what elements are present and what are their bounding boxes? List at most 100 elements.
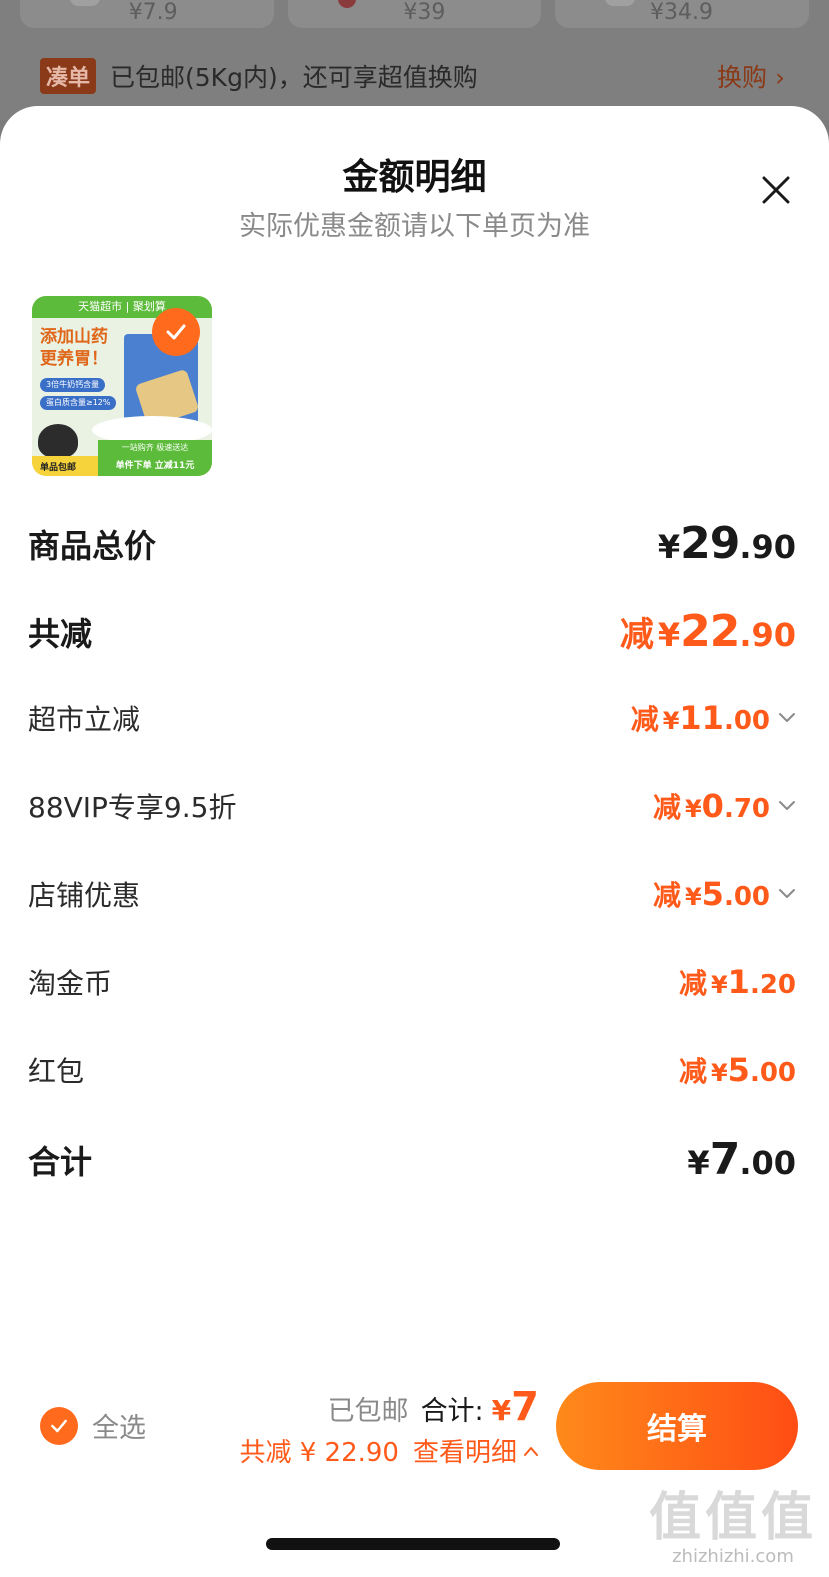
currency-symbol: ¥ <box>710 971 728 999</box>
product-thumb <box>605 0 636 6</box>
watermark-url: zhizhizhi.com <box>672 1546 794 1567</box>
discount-row-88vip[interactable]: 88VIP专享9.5折 减 ¥ 0 .70 <box>28 786 796 826</box>
background-card-price: ¥34.9 <box>650 0 714 25</box>
select-all-checkbox[interactable] <box>40 1406 78 1445</box>
chevron-down-icon[interactable] <box>778 800 796 812</box>
currency-symbol: ¥ <box>687 1144 710 1182</box>
amount-integer: 29 <box>680 518 740 569</box>
amount-integer: 5 <box>727 1051 750 1089</box>
watermark-logo-text: 值值值 <box>648 1488 817 1548</box>
cart-summary: 已包邮 合计: ¥ 7 共减 ¥ 22.90 查看明细 <box>239 1384 539 1469</box>
amount-integer: 0 <box>701 787 724 825</box>
discount-amount: 减 ¥ 5 .00 <box>679 1050 796 1090</box>
total-reduction-row: 共减 减 ¥ 22 .90 <box>28 606 796 657</box>
mascot-graphic <box>38 424 78 458</box>
discount-label: 店铺优惠 <box>28 879 141 912</box>
exchange-link: 换购 › <box>717 63 785 92</box>
product-selected-checkbox[interactable] <box>152 308 200 356</box>
sheet-title: 金额明细 <box>342 157 487 198</box>
close-icon <box>762 176 790 204</box>
background-product-card: ¥34.9 <box>555 0 810 28</box>
product-delivery-bar: 一站购齐 极速送达 <box>98 440 212 456</box>
product-image-footer: 单品包邮 单件下单 立减11元 <box>32 456 212 476</box>
product-thumb <box>337 0 356 8</box>
select-all-toggle[interactable]: 全选 <box>40 1406 146 1445</box>
goods-total-row: 商品总价 ¥ 29 .90 <box>28 518 796 569</box>
discount-row-supermarket[interactable]: 超市立减 减 ¥ 11 .00 <box>28 698 796 738</box>
grand-total-amount: ¥ 7 .00 <box>687 1134 796 1185</box>
total-label: 合计: <box>420 1396 484 1427</box>
close-button[interactable] <box>760 174 792 206</box>
bundle-tag: 凑单 <box>40 58 97 94</box>
currency-symbol: ¥ <box>657 616 681 654</box>
product-footer-right: 单件下单 立减11元 <box>98 456 212 476</box>
product-footer-left: 单品包邮 <box>40 462 77 473</box>
chevron-down-icon[interactable] <box>778 712 796 724</box>
discount-label: 88VIP专享9.5折 <box>28 791 237 824</box>
checkmark-icon <box>51 1419 67 1432</box>
discount-row-store[interactable]: 店铺优惠 减 ¥ 5 .00 <box>28 874 796 914</box>
discount-amount-wrap: 减 ¥ 0 .70 <box>653 786 796 826</box>
product-headline: 添加山药 更养胃！ <box>40 326 108 370</box>
currency-symbol: ¥ <box>684 883 702 911</box>
goods-total-label: 商品总价 <box>28 526 157 565</box>
product-thumb <box>70 0 100 6</box>
amount-integer: 5 <box>701 875 724 913</box>
background-card-price: ¥7.9 <box>128 0 178 25</box>
currency-symbol: ¥ <box>684 795 702 823</box>
chevron-up-icon[interactable] <box>523 1445 539 1457</box>
background-page: ¥7.9 ¥39 ¥34.9 凑单 已包邮(5Kg内)，还可享超值换购 换购 › <box>0 0 829 120</box>
amount-integer: 7 <box>709 1134 741 1185</box>
amount-integer: 11 <box>679 699 724 737</box>
sheet-subtitle: 实际优惠金额请以下单页为准 <box>239 211 590 242</box>
bundle-banner: 凑单 已包邮(5Kg内)，还可享超值换购 换购 › <box>0 48 829 104</box>
reduction-prefix: 减 <box>652 879 681 912</box>
background-card-price: ¥39 <box>403 0 446 25</box>
total-reduction-label: 共减 <box>28 614 93 653</box>
amount-decimal: .00 <box>749 1058 796 1088</box>
goods-total-amount: ¥ 29 .90 <box>658 518 796 569</box>
amount-integer: 1 <box>727 963 750 1001</box>
bundle-text: 已包邮(5Kg内)，还可享超值换购 <box>110 63 478 92</box>
background-product-cards: ¥7.9 ¥39 ¥34.9 <box>20 0 810 28</box>
summary-reduction-line: 共减 ¥ 22.90 查看明细 <box>239 1432 539 1469</box>
home-indicator <box>266 1538 560 1550</box>
grand-total-label: 合计 <box>28 1142 93 1181</box>
amount-detail-sheet: 金额明细 实际优惠金额请以下单页为准 天猫超市 | 聚划算 添加山药 更养胃！ … <box>0 106 829 1577</box>
amount-decimal: .00 <box>723 706 770 736</box>
discount-row-taojinbi: 淘金币 减 ¥ 1 .20 <box>28 962 796 1002</box>
discount-label: 红包 <box>28 1055 85 1088</box>
select-all-label: 全选 <box>92 1413 146 1444</box>
reduction-prefix: 减 <box>678 967 707 1000</box>
shipping-status: 已包邮 <box>327 1396 409 1427</box>
background-product-card: ¥7.9 <box>20 0 274 28</box>
product-feature-pill: 蛋白质含量≥12% <box>40 396 117 410</box>
checkout-button[interactable]: 结算 <box>556 1382 798 1470</box>
currency-symbol: ¥ <box>657 528 681 566</box>
amount-integer: 22 <box>680 606 740 657</box>
currency-symbol: ¥ <box>710 1059 728 1087</box>
product-headline-line: 添加山药 <box>40 327 108 347</box>
reduction-prefix: 减 <box>652 791 681 824</box>
discount-amount-wrap: 减 ¥ 5 .00 <box>653 874 796 914</box>
amount-decimal: .20 <box>749 970 796 1000</box>
currency-symbol: ¥ <box>662 707 680 735</box>
currency-symbol: ¥ <box>491 1394 512 1427</box>
total-value: 7 <box>511 1384 539 1430</box>
view-detail-link[interactable]: 查看明细 <box>413 1432 517 1469</box>
discount-label: 淘金币 <box>28 967 113 1000</box>
discount-amount-wrap: 减 ¥ 11 .00 <box>631 698 796 738</box>
chevron-down-icon[interactable] <box>778 888 796 900</box>
discount-amount: 减 ¥ 1 .20 <box>679 962 796 1002</box>
amount-decimal: .00 <box>723 882 770 912</box>
amount-decimal: .90 <box>739 528 796 566</box>
discount-amount: 减 ¥ 5 .00 <box>653 874 770 914</box>
total-reduction-amount: 减 ¥ 22 .90 <box>620 606 796 657</box>
product-headline-line: 更养胃！ <box>40 349 108 369</box>
checkmark-icon <box>166 324 186 340</box>
product-image[interactable]: 天猫超市 | 聚划算 添加山药 更养胃！ 3倍牛奶钙含量 蛋白质含量≥12% 一… <box>32 296 212 476</box>
discount-row-red-packet: 红包 减 ¥ 5 .00 <box>28 1050 796 1090</box>
discount-label: 超市立减 <box>28 703 141 736</box>
summary-total-line: 已包邮 合计: ¥ 7 <box>239 1384 539 1430</box>
site-watermark: 值值值 zhizhizhi.com <box>649 1490 817 1567</box>
